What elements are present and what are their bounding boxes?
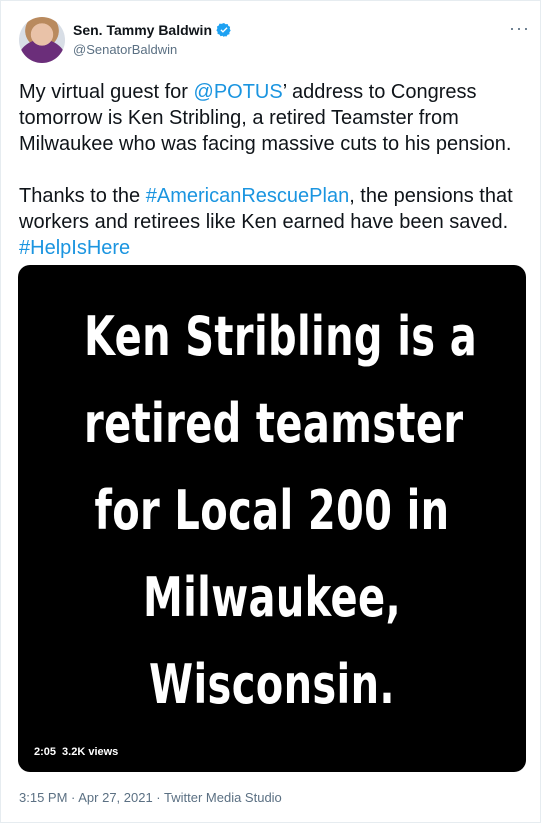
video-player[interactable]: Ken Stribling is a retired teamster for … <box>18 265 526 772</box>
tweet-paragraph-2: Thanks to the #AmericanRescuePlan, the p… <box>19 183 534 261</box>
mention-potus-link[interactable]: @POTUS <box>194 81 283 103</box>
video-caption-line: retired teamster <box>84 392 464 455</box>
tweet-timestamp[interactable]: 3:15 PM · Apr 27, 2021 · Twitter Media S… <box>19 790 282 805</box>
more-options-icon[interactable]: ··· <box>509 19 530 37</box>
video-duration: 2:05 <box>34 746 57 758</box>
tweet-text: My virtual guest for @POTUS’ address to … <box>19 79 534 261</box>
video-caption-line: for Local 200 in <box>94 479 450 542</box>
author-name-row: Sen. Tammy Baldwin <box>73 22 232 38</box>
video-caption-line: Milwaukee, <box>142 566 402 629</box>
video-views: 3.2K views <box>62 746 119 758</box>
avatar[interactable] <box>19 17 65 63</box>
video-meta: 2:05 3.2K views <box>34 746 118 758</box>
display-name[interactable]: Sen. Tammy Baldwin <box>73 22 212 38</box>
tweet-paragraph-1: My virtual guest for @POTUS’ address to … <box>19 79 534 157</box>
hashtag-americanrescueplan-link[interactable]: #AmericanRescuePlan <box>146 185 349 207</box>
handle[interactable]: @SenatorBaldwin <box>73 42 177 57</box>
video-caption-line: Ken Stribling is a <box>84 305 478 368</box>
text-segment: Thanks to the <box>19 185 146 207</box>
tweet-card: Sen. Tammy Baldwin @SenatorBaldwin ··· M… <box>0 0 541 823</box>
hashtag-helpishere-link[interactable]: #HelpIsHere <box>19 237 130 259</box>
verified-badge-icon <box>216 23 231 37</box>
video-caption-line: Wisconsin. <box>149 653 395 716</box>
text-segment: My virtual guest for <box>19 81 194 103</box>
